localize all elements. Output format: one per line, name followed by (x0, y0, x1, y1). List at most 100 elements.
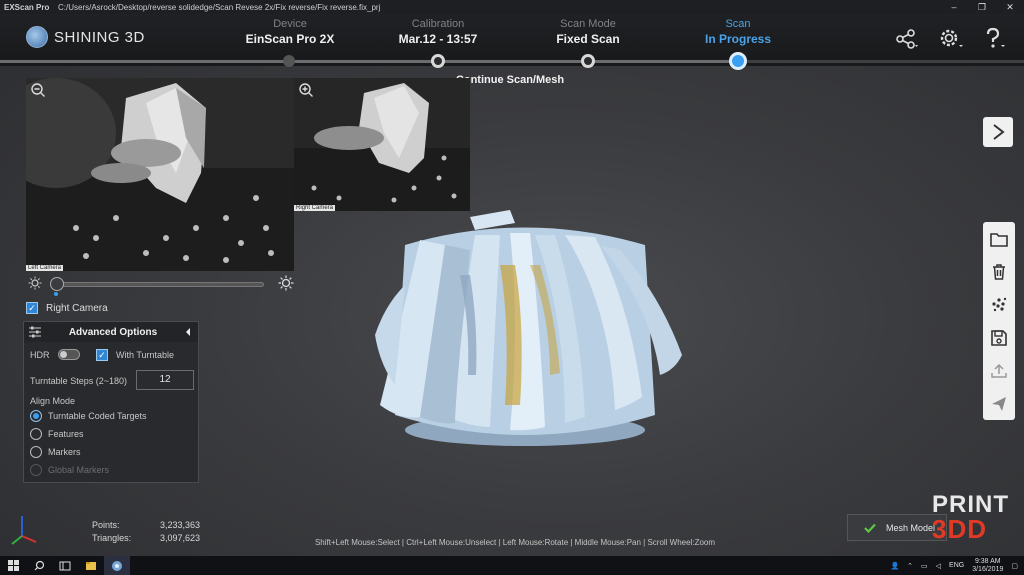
step-value: In Progress (704, 32, 772, 46)
workflow-track (0, 60, 1024, 63)
project-path: C:/Users/Asrock/Desktop/reverse solidedg… (58, 2, 381, 12)
hdr-toggle[interactable] (57, 349, 80, 360)
brightness-slider-row (26, 275, 298, 296)
send-icon (992, 396, 1006, 411)
play-button[interactable] (983, 117, 1013, 147)
tray-chevron-icon[interactable]: ⌃ (907, 562, 913, 570)
share-icon[interactable] (892, 26, 922, 52)
align-option-features[interactable]: Features (30, 428, 84, 440)
export-button[interactable] (983, 354, 1015, 387)
side-toolbar (983, 222, 1015, 420)
header-actions (892, 26, 1010, 52)
turntable-steps-input[interactable]: 12 (136, 370, 194, 390)
volume-icon[interactable]: ◁ (936, 562, 941, 570)
turntable-row[interactable]: ✓ With Turntable (96, 349, 174, 361)
radio-selected[interactable] (30, 410, 42, 422)
radio-disabled (30, 464, 42, 476)
step-value: EinScan Pro 2X (245, 32, 335, 46)
turntable-steps-label: Turntable Steps (2~180) (30, 376, 127, 386)
left-camera-label: Left Camera (26, 265, 64, 271)
triangles-label: Triangles: (92, 533, 132, 543)
right-camera-checkbox-label: Right Camera (46, 302, 108, 314)
collapse-arrow-icon[interactable] (184, 327, 192, 337)
step-label: Device (273, 18, 307, 30)
taskbar-app-files[interactable] (78, 556, 104, 575)
app-title: EXScan Pro (4, 2, 50, 12)
hdr-label: HDR (30, 349, 50, 360)
step-scan-mode[interactable]: Scan Mode Fixed Scan (528, 18, 648, 46)
align-option-turntable-coded-targets[interactable]: Turntable Coded Targets (30, 410, 147, 422)
align-option-label: Global Markers (48, 465, 110, 475)
check-icon (864, 523, 876, 533)
step-dot-scan-mode[interactable] (581, 54, 595, 68)
brand-logo: SHINING 3D (26, 26, 145, 48)
step-scan[interactable]: Scan In Progress (678, 18, 798, 46)
exscan-app-icon (112, 560, 122, 571)
notification-icon[interactable]: ▢ (1011, 562, 1018, 570)
system-clock[interactable]: 9:38 AM 3/16/2019 (972, 558, 1003, 574)
right-camera-image (294, 78, 470, 211)
zoom-in-icon[interactable] (296, 80, 316, 100)
step-label: Scan Mode (560, 18, 616, 30)
left-camera-image (26, 78, 294, 271)
brightness-default-marker (54, 292, 58, 296)
logo-icon (26, 26, 48, 48)
user-icon[interactable]: 👤 (890, 562, 899, 570)
advanced-options-header[interactable]: Advanced Options (24, 322, 198, 342)
scanned-3d-model[interactable] (360, 205, 690, 450)
align-option-markers[interactable]: Markers (30, 446, 81, 458)
zoom-out-icon[interactable] (28, 80, 48, 100)
turntable-label: With Turntable (116, 350, 175, 360)
right-camera-toggle[interactable]: ✓ Right Camera (26, 302, 108, 314)
save-icon (991, 329, 1007, 346)
file-explorer-icon (86, 562, 96, 570)
right-camera-view: Right Camera (294, 78, 470, 211)
print3dd-watermark: PRINT 3DD (932, 493, 1018, 552)
language-indicator[interactable]: ENG (949, 562, 964, 569)
step-dot-scan[interactable] (729, 52, 747, 70)
minimize-button[interactable]: – (940, 2, 968, 12)
right-camera-checkbox[interactable]: ✓ (26, 302, 38, 314)
align-mode-label: Align Mode (30, 396, 76, 406)
point-cloud-button[interactable] (983, 288, 1015, 321)
trash-icon (993, 263, 1005, 280)
delete-button[interactable] (983, 255, 1015, 288)
brightness-slider-thumb[interactable] (50, 277, 64, 291)
step-value: Fixed Scan (556, 32, 620, 46)
turntable-checkbox[interactable]: ✓ (96, 349, 108, 361)
save-button[interactable] (983, 321, 1015, 354)
maximize-button[interactable]: ❐ (968, 2, 996, 13)
clock-date: 3/16/2019 (972, 565, 1004, 573)
header: SHINING 3D Device EinScan Pro 2X Calibra… (0, 14, 1024, 66)
folder-icon (990, 232, 1008, 247)
step-dot-calibration[interactable] (431, 54, 445, 68)
taskbar-search[interactable] (26, 556, 52, 575)
workflow-steps: Device EinScan Pro 2X Calibration Mar.12… (230, 18, 790, 66)
mouse-hint: Shift+Left Mouse:Select | Ctrl+Left Mous… (314, 538, 716, 547)
brand-name: SHINING 3D (54, 28, 145, 46)
axis-indicator-icon (11, 516, 37, 545)
start-button[interactable] (0, 556, 26, 575)
open-folder-button[interactable] (983, 222, 1015, 255)
mesh-stats: Points: 3,233,363 Triangles: 3,097,623 (92, 520, 200, 546)
step-dot-device[interactable] (283, 55, 295, 67)
taskbar-app-exscan[interactable] (104, 556, 130, 575)
points-label: Points: (92, 520, 120, 530)
gear-icon[interactable] (936, 26, 966, 52)
task-view-button[interactable] (52, 556, 78, 575)
step-device[interactable]: Device EinScan Pro 2X (230, 18, 350, 46)
step-calibration[interactable]: Calibration Mar.12 - 13:57 (378, 18, 498, 46)
brightness-slider[interactable] (50, 282, 264, 287)
help-icon[interactable] (980, 26, 1010, 52)
point-cloud-icon (992, 297, 1007, 311)
network-icon[interactable]: ▭ (921, 562, 928, 570)
workflow-track-fill (0, 60, 738, 63)
align-option-global-markers: Global Markers (30, 464, 109, 476)
share-model-button[interactable] (983, 387, 1015, 420)
step-value: Mar.12 - 13:57 (398, 32, 478, 46)
step-label: Calibration (411, 18, 465, 30)
watermark-line2: 3DD (932, 514, 988, 544)
radio-unselected[interactable] (30, 428, 42, 440)
radio-unselected[interactable] (30, 446, 42, 458)
close-button[interactable]: ✕ (996, 2, 1024, 13)
